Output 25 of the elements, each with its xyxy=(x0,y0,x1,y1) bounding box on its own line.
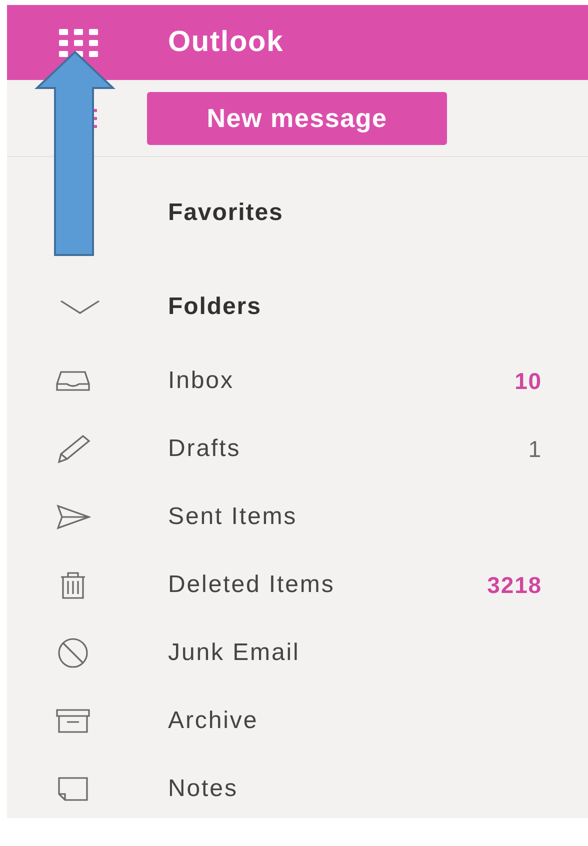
folder-name: Inbox xyxy=(168,366,235,396)
chevron-down-icon[interactable] xyxy=(59,298,101,316)
new-message-button[interactable]: New message xyxy=(147,92,447,144)
folder-name: Drafts xyxy=(168,434,242,464)
app-launcher-icon[interactable] xyxy=(59,28,98,56)
folder-item[interactable]: Archive xyxy=(7,687,588,755)
folder-count: 3218 xyxy=(487,570,542,600)
folder-item[interactable]: Inbox 10 xyxy=(7,347,588,415)
folder-count: 10 xyxy=(514,366,542,396)
folder-name: Sent Items xyxy=(168,502,298,532)
section-heading[interactable]: Folders xyxy=(168,289,262,325)
folder-item[interactable]: Sent Items xyxy=(7,483,588,551)
folder-name: Deleted Items xyxy=(168,570,336,600)
section-heading[interactable]: Favorites xyxy=(168,195,284,231)
folder-item[interactable]: Drafts 1 xyxy=(7,415,588,483)
folder-name: Junk Email xyxy=(168,638,301,668)
app-title: Outlook xyxy=(168,24,284,60)
folder-name: Notes xyxy=(168,774,239,804)
folder-item[interactable]: Deleted Items 3218 xyxy=(7,551,588,619)
folder-item[interactable]: Junk Email xyxy=(7,619,588,687)
blocked-icon xyxy=(55,636,91,670)
pencil-icon xyxy=(55,432,91,466)
folder-count: 1 xyxy=(528,434,542,464)
folder-name: Archive xyxy=(168,706,260,736)
folder-item[interactable]: Notes xyxy=(7,755,588,823)
